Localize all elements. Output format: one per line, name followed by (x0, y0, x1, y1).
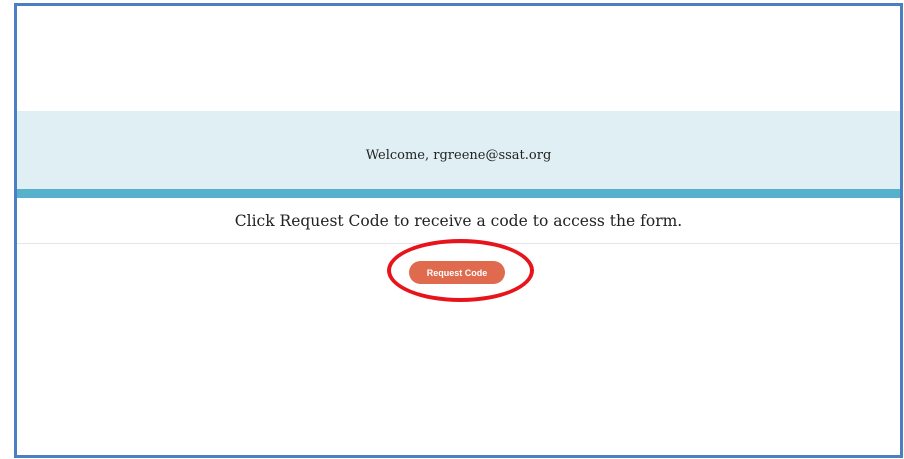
accent-bar (17, 189, 900, 198)
instruction-text: Click Request Code to receive a code to … (234, 212, 683, 230)
divider (17, 243, 900, 244)
request-code-button[interactable]: Request Code (409, 261, 505, 284)
welcome-message: Welcome, rgreene@ssat.org (365, 148, 552, 163)
screenshot-frame: Welcome, rgreene@ssat.org Click Request … (14, 3, 903, 458)
welcome-banner: Welcome, rgreene@ssat.org (17, 111, 900, 189)
